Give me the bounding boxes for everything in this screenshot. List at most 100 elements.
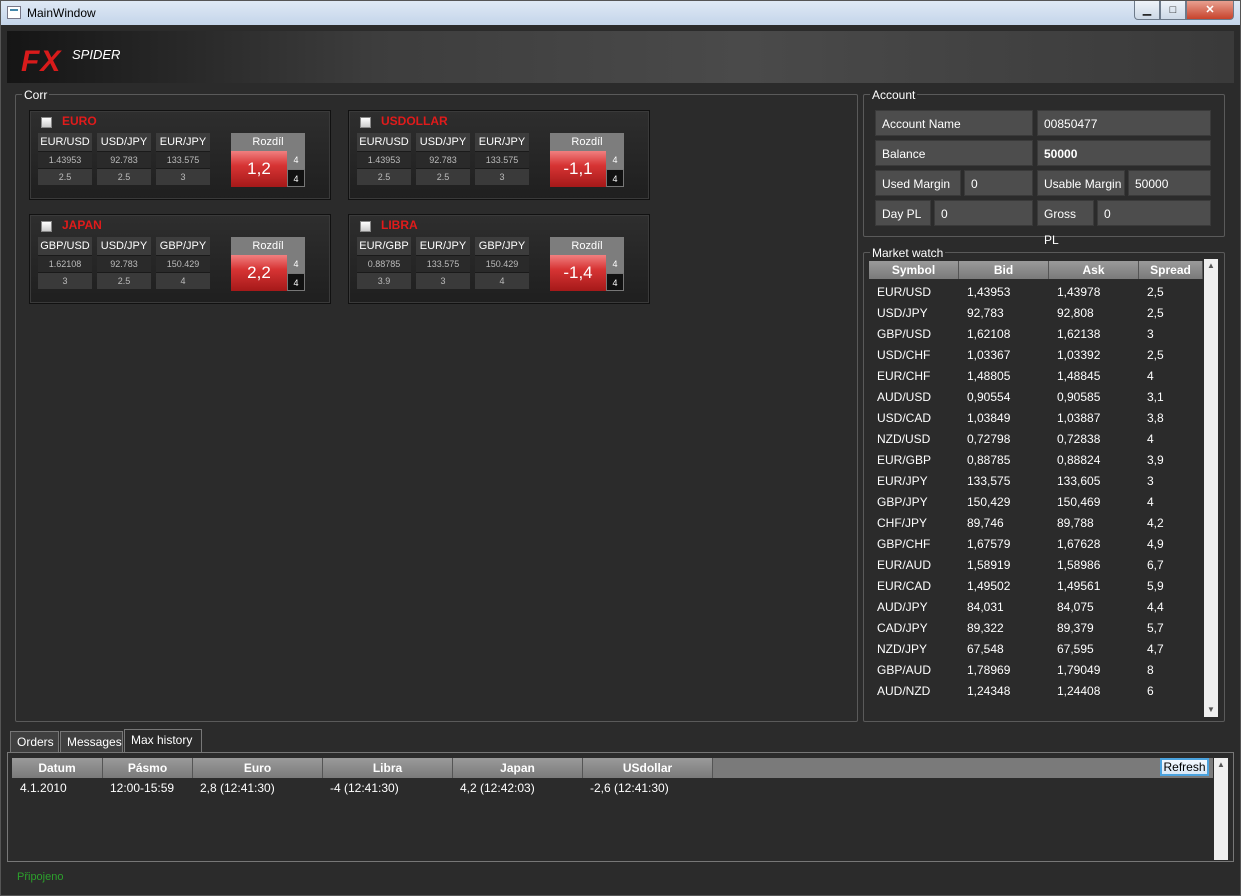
gross-pl-value: 0	[1097, 200, 1211, 226]
refresh-button[interactable]: Refresh	[1160, 758, 1209, 776]
logo-spider: SPIDER	[72, 47, 121, 62]
corr-card: LIBRA EUR/GBP 0.88785 3.9 EUR/JPY 133.575 3 GBP…	[348, 214, 650, 304]
rozdil-label: Rozdíl	[231, 237, 305, 255]
mw-bid: 1,49502	[967, 579, 1011, 593]
hist-col-pasmo[interactable]: Pásmo	[103, 758, 193, 778]
market-watch-row[interactable]: GBP/AUD 1,78969 1,79049 8	[868, 659, 1202, 680]
rozdil-a: 4	[606, 151, 624, 169]
corr-pair-cell: EUR/USD 1.43953 2.5	[38, 133, 92, 185]
corr-checkbox[interactable]	[41, 117, 52, 128]
corr-card: USDOLLAR EUR/USD 1.43953 2.5 USD/JPY 92.783 2.…	[348, 110, 650, 200]
mw-ask: 1,03887	[1057, 411, 1101, 425]
mw-spread: 6,7	[1147, 558, 1164, 572]
mw-bid: 1,67579	[967, 537, 1011, 551]
market-watch-row[interactable]: CAD/JPY 89,322 89,379 5,7	[868, 617, 1202, 638]
mw-col-bid[interactable]: Bid	[959, 261, 1049, 279]
maximize-button[interactable]: □	[1160, 1, 1186, 20]
mw-symbol: GBP/USD	[877, 327, 932, 341]
mw-ask: 1,03392	[1057, 348, 1101, 362]
mw-symbol: CHF/JPY	[877, 516, 928, 530]
market-watch-row[interactable]: GBP/USD 1,62108 1,62138 3	[868, 323, 1202, 344]
corr-pair-symbol: EUR/JPY	[475, 133, 529, 151]
corr-pair-value: 150.429	[475, 255, 529, 272]
gross-pl-label: Gross PL	[1037, 200, 1094, 247]
mw-ask: 92,808	[1057, 306, 1094, 320]
mw-spread: 4	[1147, 369, 1154, 383]
mw-col-ask[interactable]: Ask	[1049, 261, 1139, 279]
tab-orders[interactable]: Orders	[10, 731, 59, 753]
mw-ask: 0,88824	[1057, 453, 1101, 467]
corr-pair-value: 133.575	[156, 151, 210, 168]
market-watch-row[interactable]: EUR/CHF 1,48805 1,48845 4	[868, 365, 1202, 386]
hist-col-datum[interactable]: Datum	[12, 758, 103, 778]
window-title: MainWindow	[27, 6, 96, 20]
minimize-button[interactable]: ▁	[1134, 1, 1160, 20]
scroll-down-icon[interactable]: ▼	[1204, 703, 1218, 717]
corr-pair-symbol: EUR/GBP	[357, 237, 411, 255]
rozdil-box: Rozdíl 2,2 4 4	[231, 237, 305, 291]
mw-symbol: EUR/CHF	[877, 369, 931, 383]
mw-symbol: NZD/USD	[877, 432, 931, 446]
mw-ask: 1,58986	[1057, 558, 1101, 572]
logo-fx: FX	[21, 45, 62, 78]
rozdil-b: 4	[606, 273, 624, 291]
day-pl-value: 0	[934, 200, 1033, 226]
mw-ask: 89,379	[1057, 621, 1094, 635]
tab-max-history[interactable]: Max history	[124, 729, 202, 753]
tab-messages[interactable]: Messages	[60, 731, 123, 753]
market-watch-row[interactable]: NZD/JPY 67,548 67,595 4,7	[868, 638, 1202, 659]
close-button[interactable]: ✕	[1186, 1, 1234, 20]
mw-spread: 3,8	[1147, 411, 1164, 425]
market-watch-row[interactable]: GBP/CHF 1,67579 1,67628 4,9	[868, 533, 1202, 554]
market-watch-row[interactable]: USD/CHF 1,03367 1,03392 2,5	[868, 344, 1202, 365]
hist-col-libra[interactable]: Libra	[323, 758, 453, 778]
hist-scroll-up-icon[interactable]: ▲	[1214, 758, 1228, 772]
market-watch-row[interactable]: EUR/GBP 0,88785 0,88824 3,9	[868, 449, 1202, 470]
mw-symbol: AUD/USD	[877, 390, 932, 404]
mw-spread: 8	[1147, 663, 1154, 677]
mw-ask: 1,79049	[1057, 663, 1101, 677]
mw-ask: 67,595	[1057, 642, 1094, 656]
mw-spread: 2,5	[1147, 306, 1164, 320]
mw-bid: 1,24348	[967, 684, 1011, 698]
hist-col-usdollar[interactable]: USdollar	[583, 758, 713, 778]
market-watch-row[interactable]: EUR/CAD 1,49502 1,49561 5,9	[868, 575, 1202, 596]
market-watch-row[interactable]: AUD/USD 0,90554 0,90585 3,1	[868, 386, 1202, 407]
corr-pair-spread: 2.5	[97, 272, 151, 289]
market-watch-row[interactable]: USD/CAD 1,03849 1,03887 3,8	[868, 407, 1202, 428]
market-watch-row[interactable]: NZD/USD 0,72798 0,72838 4	[868, 428, 1202, 449]
used-margin-value: 0	[964, 170, 1033, 196]
corr-pair-value: 0.88785	[357, 255, 411, 272]
mw-spread: 3,1	[1147, 390, 1164, 404]
mw-symbol: NZD/JPY	[877, 642, 928, 656]
hist-col-euro[interactable]: Euro	[193, 758, 323, 778]
hist-col-japan[interactable]: Japan	[453, 758, 583, 778]
history-scrollbar[interactable]: ▲	[1214, 758, 1228, 860]
market-watch-row[interactable]: USD/JPY 92,783 92,808 2,5	[868, 302, 1202, 323]
balance-label: Balance	[875, 140, 1033, 166]
corr-checkbox[interactable]	[360, 221, 371, 232]
mw-symbol: USD/CHF	[877, 348, 931, 362]
corr-pair-spread: 2.5	[97, 168, 151, 185]
corr-checkbox[interactable]	[360, 117, 371, 128]
market-watch-row[interactable]: GBP/JPY 150,429 150,469 4	[868, 491, 1202, 512]
corr-pair-cell: USD/JPY 92.783 2.5	[416, 133, 470, 185]
market-watch-row[interactable]: AUD/JPY 84,031 84,075 4,4	[868, 596, 1202, 617]
hist-cell: 4,2 (12:42:03)	[460, 781, 535, 795]
mw-symbol: USD/CAD	[877, 411, 932, 425]
market-watch-row[interactable]: EUR/USD 1,43953 1,43978 2,5	[868, 281, 1202, 302]
corr-pair-value: 92.783	[416, 151, 470, 168]
mw-col-spread[interactable]: Spread	[1139, 261, 1203, 279]
rozdil-b: 4	[606, 169, 624, 187]
scroll-up-icon[interactable]: ▲	[1204, 259, 1218, 273]
market-watch-row[interactable]: CHF/JPY 89,746 89,788 4,2	[868, 512, 1202, 533]
corr-pair-cell: EUR/JPY 133.575 3	[475, 133, 529, 185]
market-watch-scrollbar[interactable]: ▲ ▼	[1204, 259, 1218, 717]
corr-checkbox[interactable]	[41, 221, 52, 232]
market-watch-row[interactable]: AUD/NZD 1,24348 1,24408 6	[868, 680, 1202, 701]
mw-symbol: CAD/JPY	[877, 621, 928, 635]
market-watch-row[interactable]: EUR/JPY 133,575 133,605 3	[868, 470, 1202, 491]
mw-col-symbol[interactable]: Symbol	[869, 261, 959, 279]
mw-symbol: EUR/CAD	[877, 579, 932, 593]
market-watch-row[interactable]: EUR/AUD 1,58919 1,58986 6,7	[868, 554, 1202, 575]
